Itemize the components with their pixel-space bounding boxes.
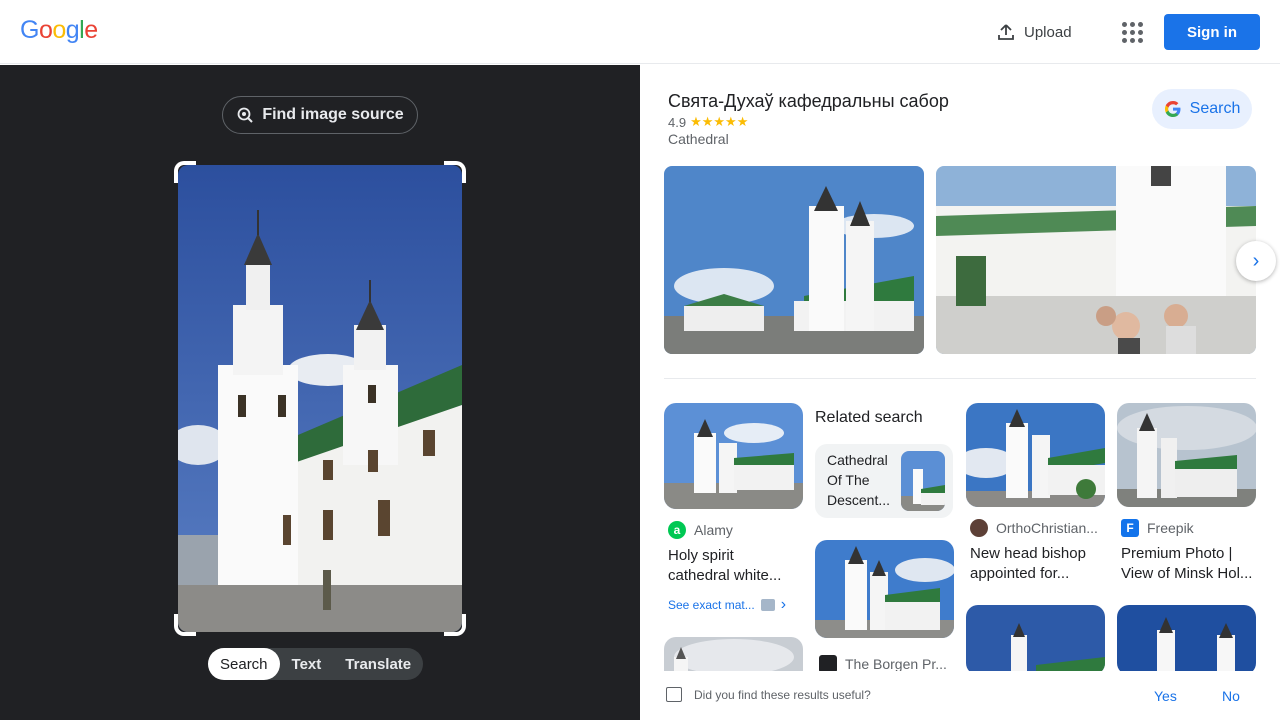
result-image-4[interactable] (815, 540, 954, 638)
lens-search-icon (237, 107, 254, 123)
upload-button[interactable]: Upload (986, 14, 1082, 50)
chevron-right-icon: › (780, 596, 787, 613)
result-source-orthochristian[interactable]: OrthoChristian... (970, 519, 1098, 537)
rating-value: 4.9 (668, 114, 687, 130)
result-image-freepik[interactable] (1117, 403, 1256, 507)
result-source-alamy[interactable]: a Alamy (668, 521, 733, 539)
carousel-next-chevron-icon[interactable]: › (1236, 241, 1276, 281)
google-search-button[interactable]: Search (1152, 89, 1252, 129)
alamy-logo-icon: a (668, 521, 686, 539)
lens-mode-tabs: Search Text Translate (208, 648, 424, 680)
related-search-card[interactable]: Cathedral Of The Descent... (815, 444, 953, 518)
related-search-text: Cathedral Of The Descent... (827, 452, 891, 508)
result-title-alamy[interactable]: Holy spirit cathedral white... (668, 546, 798, 586)
result-image-alamy[interactable] (664, 403, 803, 509)
exact-match-thumb-icon (760, 599, 775, 611)
logo-letter: g (65, 16, 80, 44)
sign-in-button[interactable]: Sign in (1164, 14, 1260, 50)
find-image-source-button[interactable]: Find image source (222, 96, 418, 134)
logo-letter: G (20, 16, 39, 44)
kp-image-2[interactable] (936, 166, 1256, 354)
source-name: The Borgen Pr... (845, 656, 947, 672)
image-preview-panel: Find image source Search Text Translate (0, 65, 640, 720)
cathedral-query-image (178, 165, 462, 632)
rating-row: 4.9 ★★★★★ (668, 114, 748, 130)
rating-stars-icon: ★★★★★ (690, 114, 749, 129)
feedback-icon (666, 687, 682, 702)
top-bar: Google Upload Sign in (0, 0, 1280, 64)
logo-letter: o (52, 16, 66, 44)
tab-search[interactable]: Search (208, 648, 280, 680)
feedback-bar: Did you find these results useful? Yes N… (640, 671, 1280, 720)
orthochristian-logo-icon (970, 519, 988, 537)
source-name: OrthoChristian... (996, 520, 1098, 536)
place-type: Cathedral (668, 131, 729, 147)
exact-matches-label: See exact mat... (668, 598, 755, 612)
tab-translate[interactable]: Translate (333, 648, 423, 680)
tab-text[interactable]: Text (280, 648, 334, 680)
source-name: Alamy (694, 522, 733, 538)
source-name: Freepik (1147, 520, 1194, 536)
result-image-7[interactable] (1117, 605, 1256, 675)
result-image-6[interactable] (966, 605, 1105, 675)
knowledge-panel-title[interactable]: Свята-Духаў кафедральны сабор (668, 91, 949, 112)
freepik-logo-icon: F (1121, 519, 1139, 537)
see-exact-matches-link[interactable]: See exact mat... › (668, 596, 786, 614)
upload-label: Upload (1024, 23, 1072, 41)
feedback-no-button[interactable]: No (1222, 688, 1240, 704)
apps-grid-icon[interactable] (1116, 16, 1148, 48)
google-g-icon (1164, 101, 1181, 117)
results-panel: Свята-Духаў кафедральны сабор 4.9 ★★★★★ … (640, 65, 1280, 720)
result-source-freepik[interactable]: F Freepik (1121, 519, 1194, 537)
crop-selection[interactable] (174, 161, 466, 636)
related-search-heading: Related search (815, 409, 923, 426)
section-divider (664, 378, 1256, 379)
logo-letter: e (84, 16, 98, 44)
logo-letter: o (38, 16, 53, 44)
feedback-question: Did you find these results useful? (694, 688, 871, 702)
find-source-label: Find image source (262, 106, 404, 123)
related-search-thumb (901, 451, 945, 511)
result-title-freepik[interactable]: Premium Photo | View of Minsk Hol... (1121, 544, 1253, 584)
feedback-yes-button[interactable]: Yes (1154, 688, 1177, 704)
result-title-orthochristian[interactable]: New head bishop appointed for... (970, 544, 1102, 584)
google-logo[interactable]: Google (20, 16, 98, 45)
upload-icon (998, 24, 1014, 40)
kp-image-1[interactable] (664, 166, 924, 354)
result-image-orthochristian[interactable] (966, 403, 1105, 507)
google-search-label: Search (1189, 100, 1241, 117)
